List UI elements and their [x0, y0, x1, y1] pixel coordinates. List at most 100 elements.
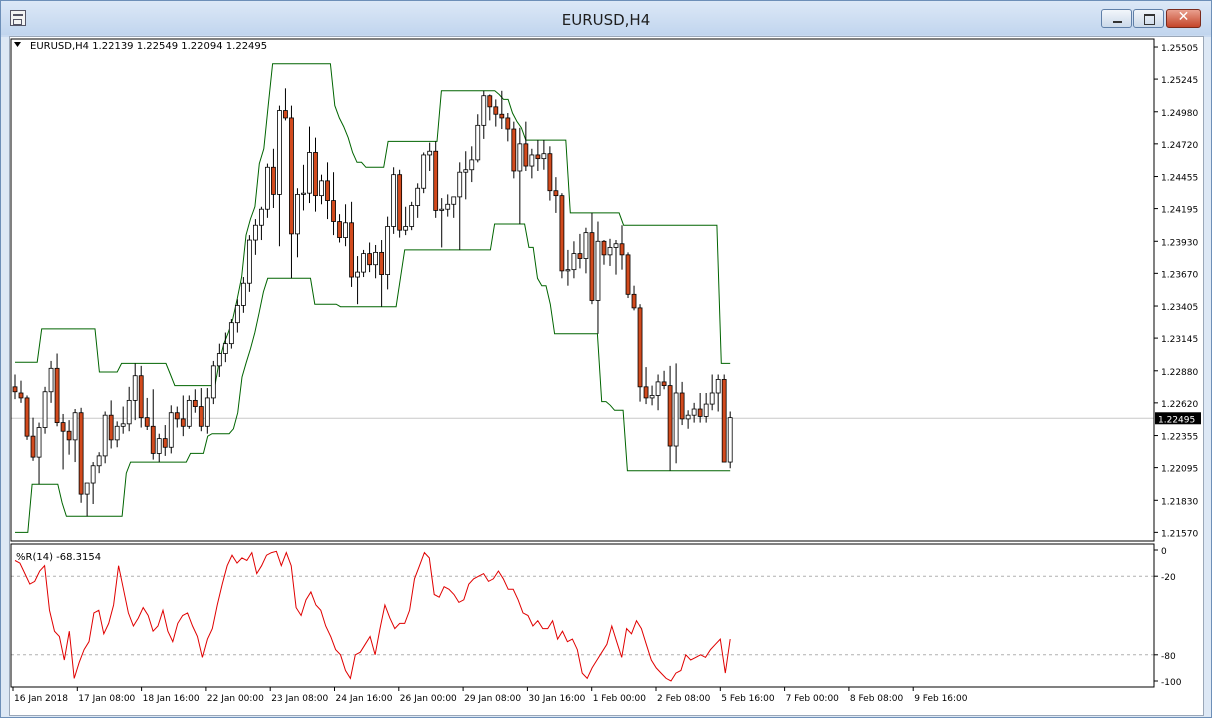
candle-body-bull: [517, 143, 523, 172]
candle-body-bear: [631, 293, 637, 309]
price-tick-label: 1.24720: [1161, 141, 1198, 151]
time-tick-label: 18 Jan 16:00: [143, 694, 200, 704]
minimize-button[interactable]: [1101, 9, 1132, 28]
candle-body-bear: [60, 422, 66, 432]
title-bar[interactable]: EURUSD,H4 ✕: [1, 1, 1211, 35]
close-button[interactable]: ✕: [1166, 9, 1201, 28]
candle-body-bear: [30, 435, 36, 458]
candle-body-bear: [679, 392, 685, 420]
time-tick-label: 16 Jan 2018: [14, 694, 68, 704]
candle-body-bull: [319, 180, 324, 197]
candle-body-bull: [649, 395, 655, 399]
indicator-tick-label: -20: [1161, 573, 1176, 583]
candle: [54, 353, 60, 427]
symbol-dropdown-icon[interactable]: [14, 42, 21, 47]
candle: [559, 193, 565, 279]
candle-body-bear: [487, 95, 493, 108]
candle-body-bear: [661, 381, 667, 386]
candle-body-bull: [228, 322, 234, 345]
candle-body-bear: [397, 174, 403, 231]
price-tick-label: 1.24980: [1161, 109, 1198, 119]
candle: [289, 105, 294, 279]
candle: [679, 381, 685, 426]
candle-body-bull: [439, 208, 445, 211]
candle: [72, 409, 78, 463]
candle-body-bull: [102, 414, 108, 457]
candle-body-bull: [42, 391, 48, 428]
candle: [228, 318, 234, 349]
time-tick-label: 26 Jan 00:00: [400, 694, 457, 704]
candle: [427, 142, 433, 171]
candle-body-bull: [565, 269, 571, 272]
candle: [42, 386, 48, 434]
williams-r-panel[interactable]: [11, 550, 1154, 682]
candle: [331, 172, 336, 236]
candle: [18, 380, 24, 403]
candle: [463, 151, 469, 200]
candle-body-bull: [373, 251, 379, 266]
candle-body-bear: [577, 253, 583, 259]
candle: [313, 137, 318, 212]
candle: [577, 233, 583, 269]
candle: [102, 411, 108, 464]
candle: [204, 388, 210, 434]
price-chart-svg[interactable]: 1.25505 1.25245 1.24980 1.24720 1.24455 1.241…: [10, 37, 1205, 717]
candle: [553, 177, 559, 213]
candle: [481, 90, 487, 139]
candle-body-bull: [301, 192, 306, 195]
candle: [240, 277, 246, 313]
candle: [607, 238, 613, 266]
candle-body-bull: [415, 187, 421, 206]
indicator-tick-label: -80: [1161, 652, 1176, 662]
candle: [505, 113, 511, 142]
maximize-button[interactable]: [1133, 9, 1164, 28]
candle-body-bull: [222, 343, 228, 354]
candle-body-bear: [535, 154, 541, 160]
time-tick-label: 29 Jan 08:00: [464, 694, 521, 704]
candle-body-bear: [313, 152, 318, 197]
candle: [685, 410, 691, 429]
candle: [301, 164, 306, 211]
price-tick-label: 1.25245: [1161, 76, 1198, 86]
time-tick-label: 24 Jan 16:00: [336, 694, 393, 704]
candle: [367, 242, 372, 273]
close-icon: ✕: [1177, 9, 1190, 25]
time-tick-label: 22 Jan 00:00: [207, 694, 264, 704]
candle-body-bear: [379, 251, 385, 275]
candle: [475, 114, 481, 163]
candle-body-bull: [583, 232, 589, 259]
candle: [655, 374, 661, 411]
candle-body-bull: [307, 152, 312, 194]
candle-body-bull: [132, 375, 138, 401]
candle: [589, 212, 595, 305]
price-tick-label: 1.21830: [1161, 497, 1198, 507]
candle: [60, 413, 66, 470]
time-tick-label: 23 Jan 08:00: [271, 694, 328, 704]
time-tick-label: 9 Feb 16:00: [914, 694, 968, 704]
symbol-header: EURUSD,H4 1.22139 1.22549 1.22094 1.2249…: [30, 41, 267, 52]
candle: [186, 395, 192, 429]
time-tick-label: 7 Feb 00:00: [786, 694, 840, 704]
candle-body-bull: [90, 465, 96, 484]
candle: [667, 365, 673, 471]
main-price-panel[interactable]: [11, 63, 1154, 533]
candle-body-bear: [637, 307, 643, 388]
candle-body-bear: [331, 200, 336, 222]
candle: [547, 146, 553, 201]
candle-body-bull: [36, 427, 42, 458]
price-tick-label: 1.23670: [1161, 270, 1198, 280]
candle-body-bull: [703, 403, 709, 417]
candle: [343, 204, 348, 247]
candle: [595, 221, 601, 334]
candle-body-bear: [108, 414, 114, 441]
candle: [84, 482, 90, 517]
candle-body-bull: [607, 247, 613, 256]
candle-body-bull: [216, 353, 222, 367]
chart-area[interactable]: 1.25505 1.25245 1.24980 1.24720 1.24455 1.241…: [9, 36, 1204, 716]
candle-body-bear: [66, 430, 72, 441]
candle: [517, 127, 523, 225]
candle-body-bull: [595, 240, 601, 301]
candle-body-bull: [427, 150, 433, 156]
candle: [150, 389, 156, 460]
candle: [541, 140, 547, 170]
